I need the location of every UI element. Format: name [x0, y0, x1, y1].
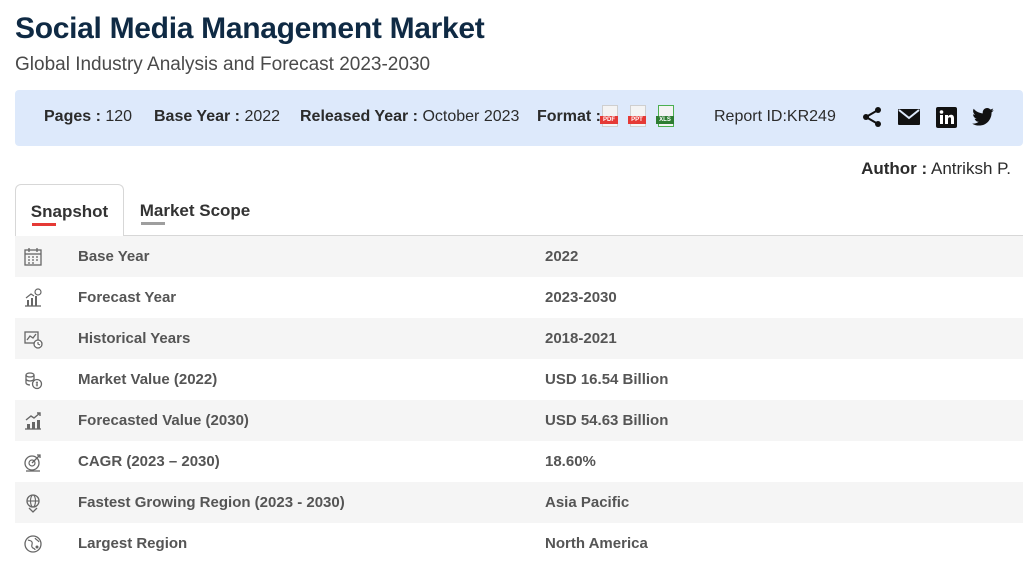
row-label: Market Value (2022)	[78, 371, 218, 388]
row-label: Base Year	[78, 248, 150, 265]
released-year-info: Released Year : October 2023	[300, 108, 519, 126]
tab-market-scope[interactable]: Market Scope	[135, 184, 255, 237]
pdf-file-icon[interactable]: PDF	[600, 105, 620, 129]
format-label: Format :	[537, 108, 601, 125]
twitter-icon[interactable]	[971, 105, 995, 129]
report-info-bar: Pages : 120 Base Year : 2022 Released Ye…	[15, 90, 1023, 146]
pages-info: Pages : 120	[44, 108, 132, 126]
table-row: Largest Region North America	[15, 523, 1023, 564]
row-value: USD 16.54 Billion	[545, 371, 669, 388]
tab-inactive-indicator	[141, 222, 165, 225]
tab-market-scope-label: Market Scope	[139, 201, 251, 220]
table-row: Base Year 2022	[15, 236, 1023, 277]
growth-chart-icon	[23, 288, 43, 308]
row-value: USD 54.63 Billion	[545, 412, 669, 429]
tab-bar: Snapshot Market Scope	[15, 184, 1023, 237]
globe-region-icon	[23, 534, 43, 554]
row-label: Historical Years	[78, 330, 191, 347]
row-value: Asia Pacific	[545, 494, 630, 511]
excel-file-icon[interactable]: XLS	[656, 105, 676, 129]
format-icons: PDF PPT XLS	[600, 105, 676, 129]
xls-tag: XLS	[656, 116, 674, 124]
base-year-label: Base Year :	[154, 108, 240, 125]
pdf-tag: PDF	[600, 116, 618, 124]
table-row: Forecast Year 2023-2030	[15, 277, 1023, 318]
email-icon[interactable]	[897, 105, 921, 129]
row-label: Fastest Growing Region (2023 - 2030)	[78, 494, 345, 511]
page-title: Social Media Management Market	[15, 12, 485, 45]
author-name: Antriksh P.	[930, 159, 1011, 178]
released-label: Released Year :	[300, 108, 419, 125]
released-value: October 2023	[422, 108, 520, 125]
report-id: Report ID:KR249	[714, 108, 836, 125]
pages-value: 120	[105, 108, 133, 125]
row-value: 2018-2021	[545, 330, 617, 347]
history-chart-icon	[23, 329, 43, 349]
snapshot-table: Base Year 2022 Forecast Year 2023-2030 H…	[15, 236, 1023, 564]
calendar-icon	[23, 247, 43, 267]
pages-label: Pages :	[44, 108, 101, 125]
base-year-info: Base Year : 2022	[154, 108, 280, 126]
author-label: Author :	[861, 159, 928, 178]
base-year-value: 2022	[244, 108, 281, 125]
row-value: 18.60%	[545, 453, 596, 470]
money-stack-icon	[23, 370, 43, 390]
row-label: CAGR (2023 – 2030)	[78, 453, 220, 470]
tab-snapshot-label: Snapshot	[30, 202, 109, 221]
row-label: Forecasted Value (2030)	[78, 412, 249, 429]
row-value: 2023-2030	[545, 289, 617, 306]
tab-active-indicator	[32, 223, 56, 226]
ppt-tag: PPT	[628, 116, 646, 124]
cagr-icon	[23, 452, 43, 472]
format-info: Format :	[537, 108, 601, 126]
table-row: Market Value (2022) USD 16.54 Billion	[15, 359, 1023, 400]
row-label: Forecast Year	[78, 289, 177, 306]
table-row: CAGR (2023 – 2030) 18.60%	[15, 441, 1023, 482]
share-icon[interactable]	[860, 105, 884, 129]
row-label: Largest Region	[78, 535, 188, 552]
page-subtitle: Global Industry Analysis and Forecast 20…	[15, 54, 431, 75]
row-value: North America	[545, 535, 648, 552]
tab-snapshot[interactable]: Snapshot	[15, 184, 124, 237]
ppt-file-icon[interactable]: PPT	[628, 105, 648, 129]
table-row: Historical Years 2018-2021	[15, 318, 1023, 359]
globe-growth-icon	[23, 493, 43, 513]
linkedin-icon[interactable]	[934, 105, 958, 129]
row-value: 2022	[545, 248, 579, 265]
forecast-value-icon	[23, 411, 43, 431]
table-row: Forecasted Value (2030) USD 54.63 Billio…	[15, 400, 1023, 441]
table-row: Fastest Growing Region (2023 - 2030) Asi…	[15, 482, 1023, 523]
author-line: Author : Antriksh P.	[861, 159, 1011, 179]
